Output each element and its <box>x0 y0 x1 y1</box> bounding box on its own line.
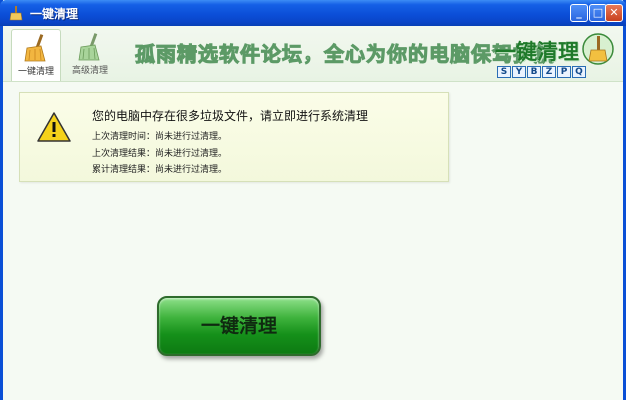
tab-label: 高级清理 <box>71 66 108 76</box>
notice-heading: 您的电脑中存在很多垃圾文件，请立即进行系统清理 <box>92 109 369 123</box>
broom-icon <box>78 33 100 61</box>
app-window: 一键清理 _ □ ✕ 一键清理 高级清理 孤雨精选软件论坛，全心为你的电脑保驾护… <box>0 0 626 400</box>
title-bar[interactable]: 一键清理 _ □ ✕ <box>0 0 626 26</box>
tab-label: 一键清理 <box>17 67 54 77</box>
logo-letter: P <box>557 66 571 78</box>
logo-letter: S <box>497 66 511 78</box>
logo-letter: Y <box>512 66 526 78</box>
header-strip: 一键清理 高级清理 孤雨精选软件论坛，全心为你的电脑保驾护航 一键清理 S Y … <box>3 26 623 82</box>
last-clean-time: 上次清理时间：尚未进行过清理。 <box>92 132 228 142</box>
tab-advanced-clean[interactable]: 高级清理 <box>65 29 115 79</box>
logo-letters: S Y B Z P Q <box>497 66 586 78</box>
logo-text: 一键清理 <box>495 40 579 64</box>
close-button[interactable]: ✕ <box>605 4 623 22</box>
last-clean-result: 上次清理结果：尚未进行过清理。 <box>92 149 228 159</box>
junk-notice-panel: 您的电脑中存在很多垃圾文件，请立即进行系统清理 上次清理时间：尚未进行过清理。 … <box>19 92 449 182</box>
total-clean-result: 累计清理结果：尚未进行过清理。 <box>92 165 228 175</box>
minimize-button[interactable]: _ <box>570 4 588 22</box>
window-title: 一键清理 <box>30 7 79 21</box>
app-broom-icon <box>9 6 23 21</box>
broom-icon <box>24 34 46 62</box>
logo-letter: Q <box>572 66 586 78</box>
logo-broom-globe-icon <box>582 33 614 65</box>
tab-one-click-clean[interactable]: 一键清理 <box>11 29 61 81</box>
logo-letter: Z <box>542 66 556 78</box>
one-click-clean-button[interactable]: 一键清理 <box>157 296 321 356</box>
warning-icon <box>37 112 71 142</box>
logo-letter: B <box>527 66 541 78</box>
slogan-banner: 孤雨精选软件论坛，全心为你的电脑保驾护航 <box>135 42 555 67</box>
